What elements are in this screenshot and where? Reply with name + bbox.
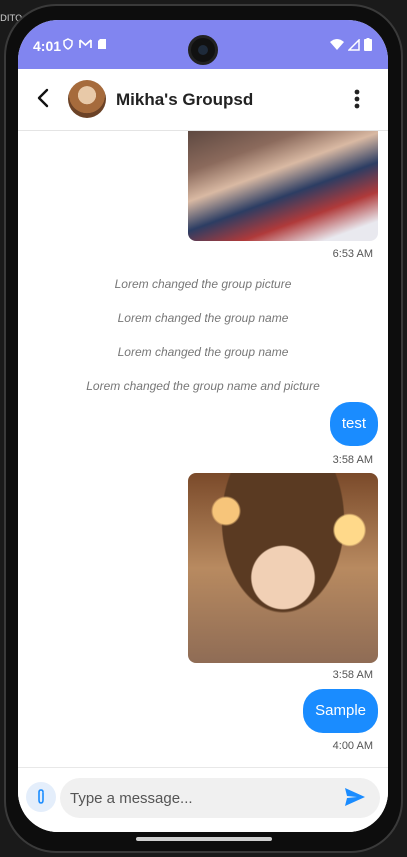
message-composer — [18, 767, 388, 832]
system-message: Lorem changed the group name and picture — [86, 379, 320, 393]
group-avatar[interactable] — [68, 80, 106, 118]
group-title[interactable]: Mikha's Groupsd — [116, 90, 253, 110]
attach-button[interactable] — [26, 782, 56, 812]
message-time: 6:53 AM — [332, 248, 373, 260]
paperclip-icon — [38, 789, 44, 804]
home-indicator[interactable] — [136, 837, 272, 841]
image-message[interactable] — [188, 473, 378, 663]
sd-card-icon — [98, 39, 106, 49]
system-message: Lorem changed the group picture — [114, 277, 292, 291]
front-camera — [188, 35, 218, 65]
mail-icon — [79, 39, 92, 48]
system-message: Lorem changed the group name — [117, 345, 289, 359]
signal-icon — [348, 38, 360, 51]
phone-screen: 4:01 Mikha's Groupsd 6:53 AM Lorem chang… — [18, 20, 388, 832]
shield-icon — [63, 38, 73, 50]
status-icons-left — [62, 38, 107, 50]
message-time: 4:00 AM — [332, 740, 373, 752]
status-time: 4:01 — [33, 38, 62, 54]
battery-icon — [364, 38, 372, 51]
message-time: 3:58 AM — [332, 669, 373, 681]
image-message[interactable] — [188, 131, 378, 241]
wifi-icon — [330, 38, 344, 50]
sent-message-bubble[interactable]: Sample — [303, 689, 378, 733]
more-vert-icon[interactable] — [347, 87, 367, 111]
message-list[interactable]: 6:53 AM Lorem changed the group picture … — [18, 131, 388, 767]
status-bar: 4:01 — [18, 20, 388, 69]
message-input[interactable] — [60, 778, 380, 818]
system-message: Lorem changed the group name — [117, 311, 289, 325]
sent-message-bubble[interactable]: test — [329, 402, 378, 446]
message-time: 3:58 AM — [332, 454, 373, 466]
back-arrow-icon[interactable] — [32, 86, 56, 110]
chat-header: Mikha's Groupsd — [18, 69, 388, 131]
status-icons-right — [330, 38, 372, 51]
send-icon[interactable] — [343, 786, 367, 808]
